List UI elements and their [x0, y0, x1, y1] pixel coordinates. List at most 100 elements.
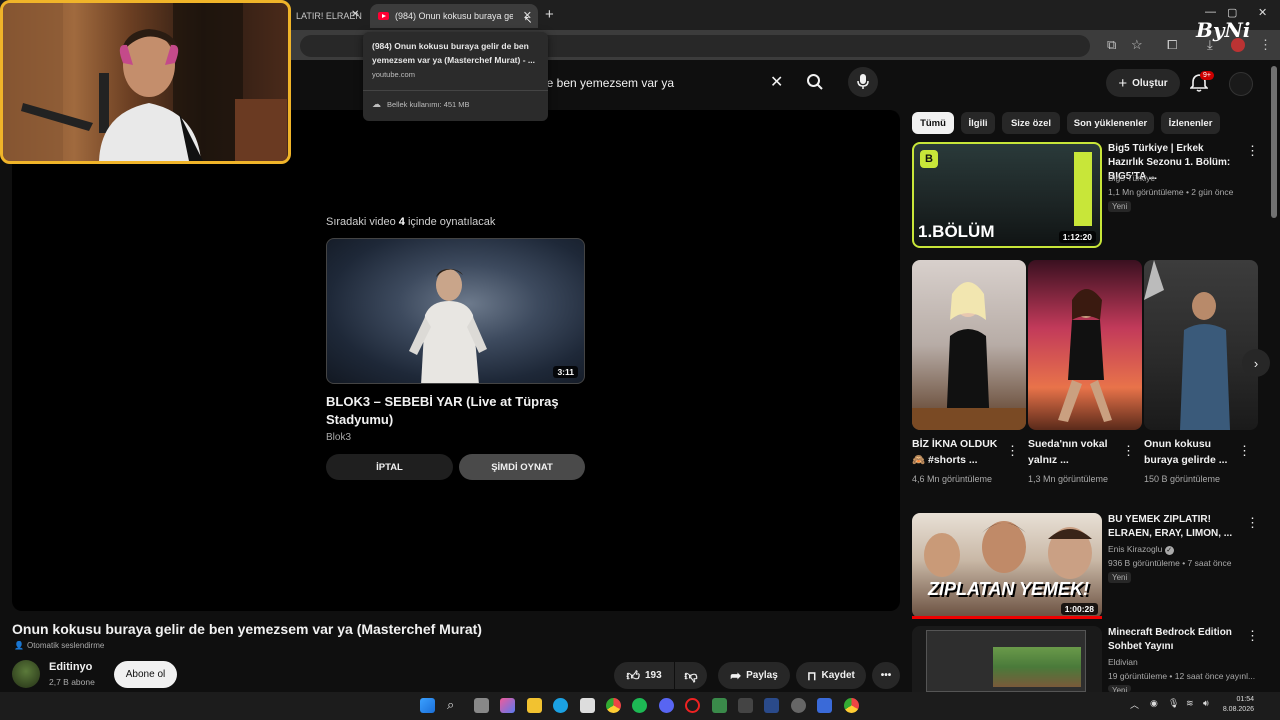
extensions-icon[interactable]: ⧠: [1167, 37, 1177, 53]
bookmark-star-icon[interactable]: ☆: [1131, 37, 1143, 53]
task-view-icon[interactable]: [474, 698, 489, 713]
opera-icon[interactable]: [685, 698, 700, 713]
microphone-icon[interactable]: 🎙︎: [1168, 698, 1179, 709]
volume-icon[interactable]: 🔊︎: [1203, 698, 1209, 709]
short-title[interactable]: Sueda'nın vokal yalnız ...: [1028, 436, 1124, 468]
app-icon[interactable]: [712, 698, 727, 713]
upnext-title[interactable]: BLOK3 – SEBEBİ YAR (Live at Tüpraş Stady…: [326, 393, 586, 429]
tray-chevron-icon[interactable]: ︿: [1130, 698, 1139, 711]
upnext-thumbnail[interactable]: 3:11: [326, 238, 585, 384]
like-button[interactable]: 👍︎ 193: [614, 662, 674, 689]
sidebar-video-thumbnail[interactable]: B 1.BÖLÜM 1:12:20: [912, 142, 1102, 248]
video-menu-icon[interactable]: ⋮: [1246, 515, 1259, 531]
account-avatar[interactable]: [1229, 72, 1253, 96]
chip-watched[interactable]: İzlenenler: [1161, 112, 1220, 134]
short-title[interactable]: Onun kokusu buraya gelirde ...: [1144, 436, 1240, 468]
file-explorer-icon[interactable]: [527, 698, 542, 713]
new-badge: Yeni: [1108, 572, 1132, 583]
thumbnail-text: ZIPLATAN YEMEK!: [928, 579, 1089, 599]
sidebar-video-channel[interactable]: Big5 Türkiye: [1108, 171, 1155, 185]
edge-icon[interactable]: [553, 698, 568, 713]
browser-tab-active[interactable]: (984) Onun kokusu buraya gelir de ✕: [370, 4, 538, 28]
share-button[interactable]: ➦ Paylaş: [718, 662, 790, 689]
discord-icon[interactable]: [659, 698, 674, 713]
dub-text: Otomatik seslendirme: [26, 641, 105, 650]
upnext-channel[interactable]: Blok3: [326, 432, 351, 443]
sidebar-video-thumbnail[interactable]: ZIPLATAN YEMEK! 1:00:28: [912, 513, 1102, 618]
share-label: Paylaş: [746, 670, 778, 681]
app-icon[interactable]: [764, 698, 779, 713]
clear-search-icon[interactable]: ✕: [770, 72, 783, 92]
cast-icon[interactable]: ⧉: [1107, 37, 1116, 53]
subscribe-button[interactable]: Abone ol: [114, 661, 177, 688]
chip-related[interactable]: İlgili: [961, 112, 995, 134]
browser-menu-icon[interactable]: ⋮: [1259, 37, 1272, 53]
video-menu-icon[interactable]: ⋮: [1246, 143, 1259, 159]
more-actions-button[interactable]: •••: [872, 662, 900, 689]
short-menu-icon[interactable]: ⋮: [1122, 443, 1135, 459]
sidebar-video-channel[interactable]: Enis Kirazoglu ✓: [1108, 542, 1174, 556]
spotify-icon[interactable]: [632, 698, 647, 713]
create-label: Oluştur: [1132, 77, 1168, 89]
hovercard-domain: youtube.com: [372, 70, 415, 79]
sidebar-video-channel[interactable]: Eldivian: [1108, 655, 1138, 669]
short-thumbnail[interactable]: [1144, 260, 1258, 430]
short-thumbnail[interactable]: [912, 260, 1026, 430]
cancel-autoplay-button[interactable]: İPTAL: [326, 454, 453, 480]
sidebar-video-thumbnail[interactable]: [912, 626, 1102, 692]
chrome-icon[interactable]: [844, 698, 859, 713]
voice-search-button[interactable]: [848, 67, 878, 97]
search-icon[interactable]: ⌕: [447, 697, 454, 713]
close-window-icon[interactable]: ✕: [1258, 6, 1267, 19]
verified-icon: ✓: [1164, 546, 1174, 555]
short-figure: [1144, 260, 1230, 430]
shorts-next-button[interactable]: ›: [1242, 349, 1270, 377]
obs-icon[interactable]: [791, 698, 806, 713]
channel-label: Enis Kirazoglu: [1108, 544, 1163, 554]
share-icon: ➦: [730, 667, 742, 683]
network-icon[interactable]: ◉: [1150, 698, 1158, 709]
play-now-button[interactable]: ŞİMDİ OYNAT: [459, 454, 585, 480]
search-icon: [807, 74, 823, 90]
video-menu-icon[interactable]: ⋮: [1246, 628, 1259, 644]
app-icon[interactable]: [738, 698, 753, 713]
short-title[interactable]: BİZ İKNA OLDUK 🙈 #shorts ...: [912, 436, 1008, 468]
upnext-suffix: içinde oynatılacak: [404, 216, 496, 228]
new-tab-icon[interactable]: +: [545, 6, 554, 23]
video-title: Onun kokusu buraya gelir de ben yemezsem…: [12, 621, 482, 637]
save-button[interactable]: ⊓ Kaydet: [796, 662, 866, 689]
copilot-icon[interactable]: [500, 698, 515, 713]
save-label: Kaydet: [821, 670, 855, 681]
new-badge: Yeni: [1108, 685, 1132, 692]
search-query: de ben yemezsem var ya: [540, 76, 675, 90]
chip-recent[interactable]: Son yüklenenler: [1067, 112, 1154, 134]
store-icon[interactable]: [580, 698, 595, 713]
scrollbar[interactable]: [1271, 66, 1277, 218]
chrome-icon[interactable]: [606, 698, 621, 713]
sidebar-video-meta: 936 B görüntüleme • 7 saat önce: [1108, 558, 1232, 568]
short-menu-icon[interactable]: ⋮: [1006, 443, 1019, 459]
short-menu-icon[interactable]: ⋮: [1238, 443, 1251, 459]
dubbing-icon: 👤: [14, 641, 24, 650]
short-thumbnail[interactable]: [1028, 260, 1142, 430]
chip-for-you[interactable]: Size özel: [1002, 112, 1060, 134]
sidebar-video-title[interactable]: Minecraft Bedrock Edition Sohbet Yayını: [1108, 626, 1238, 654]
dislike-button[interactable]: 👎︎: [675, 662, 707, 689]
start-icon[interactable]: [420, 698, 435, 713]
search-button[interactable]: [796, 66, 834, 98]
short-figure: [912, 282, 1026, 430]
app-icon[interactable]: [817, 698, 832, 713]
wifi-icon[interactable]: ≋: [1186, 698, 1194, 709]
short-views: 150 B görüntüleme: [1144, 474, 1221, 484]
streamer-figure: [3, 3, 287, 161]
search-input[interactable]: de ben yemezsem var ya: [540, 68, 798, 98]
chevron-right-icon: ›: [1253, 355, 1259, 371]
taskbar-clock[interactable]: 01:54 8.08.2026: [1218, 695, 1254, 715]
minimize-icon[interactable]: —: [1205, 6, 1216, 18]
chip-all[interactable]: Tümü: [912, 112, 954, 134]
channel-avatar[interactable]: [12, 660, 40, 688]
sidebar-video-title[interactable]: BU YEMEK ZIPLATIR! ELRAEN, ERAY, LIMON, …: [1108, 513, 1238, 541]
channel-name[interactable]: Editinyo: [49, 661, 92, 673]
close-tab-icon[interactable]: ✕: [351, 9, 359, 20]
create-button[interactable]: + Oluştur: [1106, 69, 1180, 97]
